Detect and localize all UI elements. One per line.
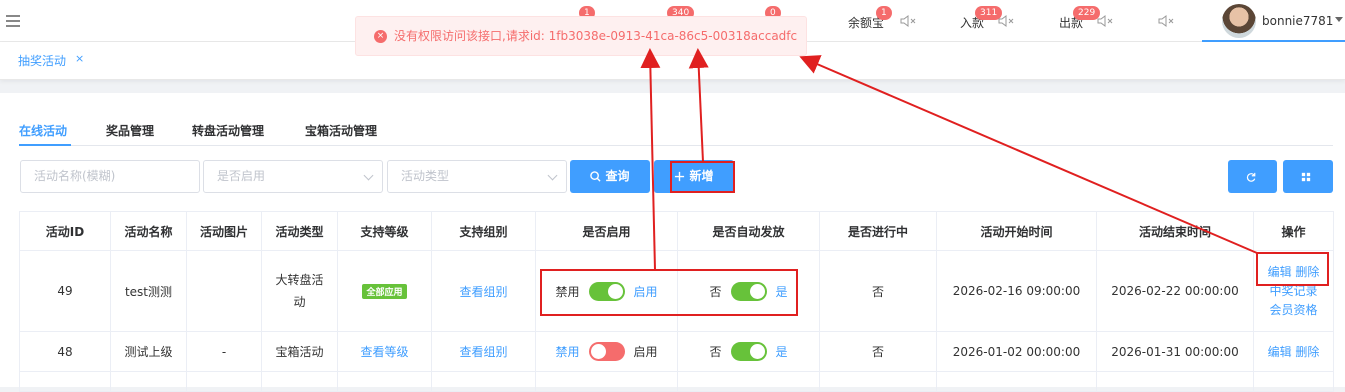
col-header: 活动结束时间 xyxy=(1096,211,1254,251)
switch-knob xyxy=(749,344,765,359)
activity-type-text: 大转盘活动 xyxy=(275,273,324,309)
table-row xyxy=(19,371,1334,392)
annotation-box-add xyxy=(670,161,735,193)
table-header-row: 活动ID 活动名称 活动图片 活动类型 支持等级 支持组别 是否启用 是否自动发… xyxy=(19,211,1334,251)
view-level-link[interactable]: 查看等级 xyxy=(360,345,408,359)
enabled-switch[interactable] xyxy=(588,342,625,361)
switch-knob xyxy=(590,344,606,359)
grid-icon xyxy=(1301,172,1311,182)
cell-start: 2026-01-02 00:00:00 xyxy=(936,331,1097,372)
delete-link[interactable]: 删除 xyxy=(1295,345,1319,359)
user-menu[interactable]: bonnie7781 xyxy=(1202,0,1345,42)
error-icon: × xyxy=(374,30,387,43)
switch-on-label: 是 xyxy=(775,345,788,359)
tab-chest-management[interactable]: 宝箱活动管理 xyxy=(305,122,377,139)
chevron-down-icon xyxy=(547,170,558,181)
cell-id: 49 xyxy=(19,250,111,332)
close-icon[interactable]: × xyxy=(75,52,84,65)
col-header: 活动ID xyxy=(19,211,111,251)
col-header: 支持等级 xyxy=(337,211,432,251)
cell-name: test测测 xyxy=(110,250,187,332)
main-card: 在线活动 奖品管理 转盘活动管理 宝箱活动管理 活动名称(模糊) 是否启用 活动… xyxy=(0,93,1345,392)
query-button[interactable]: 查询 xyxy=(570,160,650,193)
tab-wheel-management[interactable]: 转盘活动管理 xyxy=(192,122,264,139)
annotation-box-actions xyxy=(1256,252,1329,286)
enabled-select-placeholder: 是否启用 xyxy=(217,169,266,183)
cell-end: 2026-01-31 00:00:00 xyxy=(1096,331,1254,372)
col-header: 活动类型 xyxy=(261,211,338,251)
refresh-icon xyxy=(1246,172,1255,182)
level-tag: 全部应用 xyxy=(362,283,407,299)
mute-icon[interactable] xyxy=(900,14,916,28)
cell-name: 测试上级 xyxy=(110,331,187,372)
switch-off-label: 禁用 xyxy=(555,345,580,359)
cell-level: 全部应用 xyxy=(337,250,432,332)
cell-end: 2026-02-22 00:00:00 xyxy=(1096,250,1254,332)
mute-icon[interactable] xyxy=(1158,14,1174,28)
view-group-link[interactable]: 查看组别 xyxy=(459,285,507,299)
cell-image: - xyxy=(186,331,262,372)
chevron-down-icon xyxy=(1335,17,1343,22)
chevron-down-icon xyxy=(363,170,374,181)
enabled-select[interactable]: 是否启用 xyxy=(203,160,383,193)
col-header: 活动开始时间 xyxy=(936,211,1097,251)
cell-enabled: 禁用 启用 xyxy=(535,331,678,372)
cell-group: 查看组别 xyxy=(431,250,536,332)
col-header: 是否自动发放 xyxy=(677,211,820,251)
switch-off-label: 否 xyxy=(709,345,722,359)
annotation-box-switches xyxy=(540,269,798,316)
switch-on-label: 启用 xyxy=(633,345,658,359)
cell-id: 48 xyxy=(19,331,111,372)
cell-level: 查看等级 xyxy=(337,331,432,372)
search-icon xyxy=(590,171,602,182)
cell-group: 查看组别 xyxy=(431,331,536,372)
col-header: 活动图片 xyxy=(186,211,262,251)
mute-icon[interactable] xyxy=(1097,14,1113,28)
activity-type-select[interactable]: 活动类型 xyxy=(387,160,567,193)
tabs-divider xyxy=(19,145,1333,146)
col-header: 操作 xyxy=(1253,211,1334,251)
cell-auto: 否 是 xyxy=(677,331,820,372)
cell-type: 宝箱活动 xyxy=(261,331,338,372)
error-toast: × 没有权限访问该接口,请求id: 1fb3038e-0913-41ca-86c… xyxy=(355,16,807,56)
menu-toggle-icon[interactable] xyxy=(6,12,20,28)
cell-actions: 编辑 删除 xyxy=(1253,331,1334,372)
tab-active-indicator xyxy=(19,144,71,146)
table-row: 48 测试上级 - 宝箱活动 查看等级 查看组别 禁用 启用 否 是 否 202… xyxy=(19,331,1334,372)
username: bonnie7781 xyxy=(1262,14,1334,28)
activity-name-input[interactable]: 活动名称(模糊) xyxy=(20,160,200,193)
cell-image xyxy=(186,250,262,332)
cell-start: 2026-02-16 09:00:00 xyxy=(936,250,1097,332)
cell-type: 大转盘活动 xyxy=(261,250,338,332)
col-header: 是否进行中 xyxy=(819,211,937,251)
tab-prize-management[interactable]: 奖品管理 xyxy=(106,122,154,139)
view-group-link[interactable]: 查看组别 xyxy=(459,345,507,359)
columns-button[interactable] xyxy=(1283,160,1333,193)
refresh-button[interactable] xyxy=(1228,160,1277,193)
member-eligibility-link[interactable]: 会员资格 xyxy=(1269,303,1317,317)
query-button-label: 查询 xyxy=(605,169,630,183)
tag-lottery-activity[interactable]: 抽奖活动 xyxy=(18,52,66,69)
avatar xyxy=(1222,4,1256,38)
balance-badge: 1 xyxy=(876,6,892,20)
col-header: 是否启用 xyxy=(535,211,678,251)
edit-link[interactable]: 编辑 xyxy=(1268,345,1292,359)
error-message: 没有权限访问该接口,请求id: 1fb3038e-0913-41ca-86c5-… xyxy=(394,29,798,43)
auto-issue-switch[interactable] xyxy=(730,342,767,361)
col-header: 支持组别 xyxy=(431,211,536,251)
cell-running: 否 xyxy=(819,331,937,372)
col-header: 活动名称 xyxy=(110,211,187,251)
mute-icon[interactable] xyxy=(998,14,1014,28)
tab-online-activity[interactable]: 在线活动 xyxy=(19,122,67,139)
activity-type-placeholder: 活动类型 xyxy=(401,169,450,183)
cell-running: 否 xyxy=(819,250,937,332)
